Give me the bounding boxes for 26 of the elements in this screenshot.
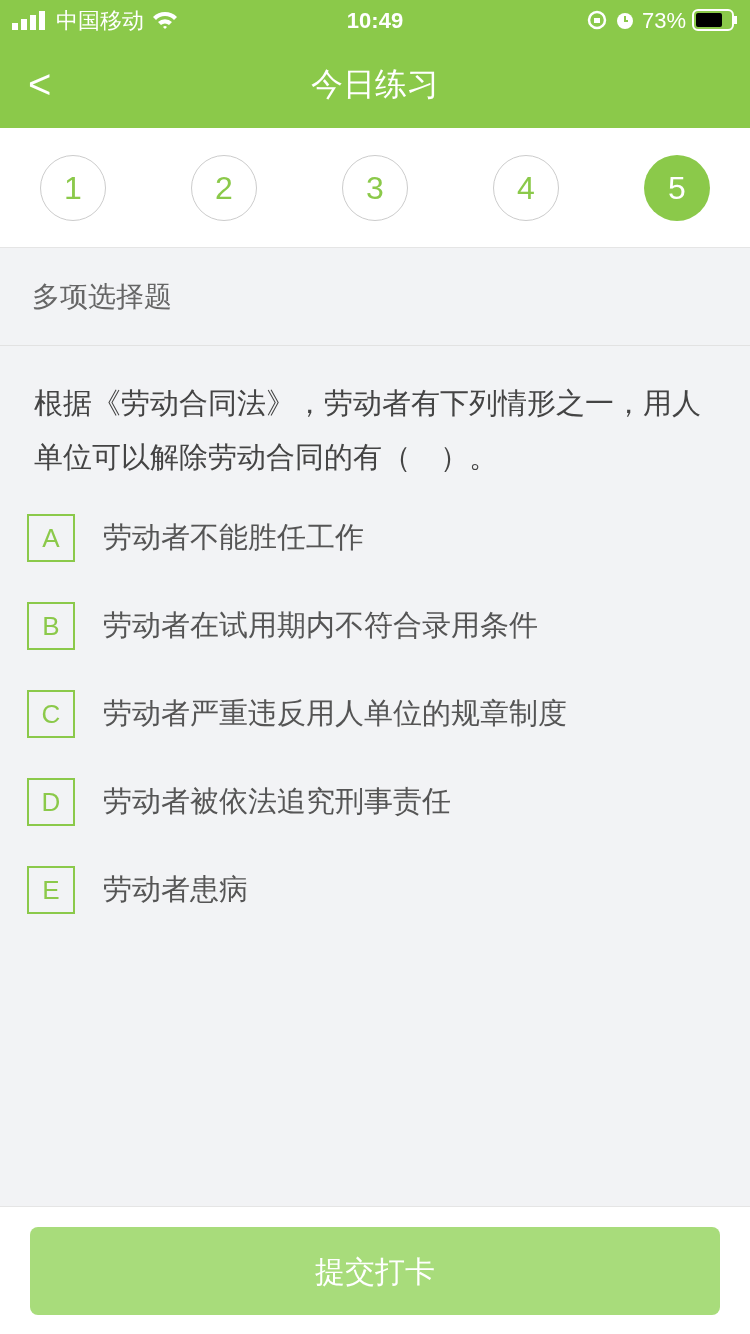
option-checkbox[interactable]: A	[27, 514, 75, 562]
battery-percent: 73%	[641, 6, 686, 35]
option-text: 劳动者在试用期内不符合录用条件	[103, 608, 538, 644]
option-text: 劳动者患病	[103, 872, 248, 908]
signal-icon	[12, 10, 48, 30]
wifi-icon	[152, 10, 178, 30]
battery-icon	[692, 9, 738, 31]
clock: 10:49	[345, 6, 405, 35]
page-title: 今日练习	[311, 65, 439, 104]
question-number[interactable]: 1	[40, 154, 106, 221]
question-number[interactable]: 2	[191, 154, 257, 221]
question-type: 多项选择题	[32, 279, 172, 314]
back-button[interactable]: <	[24, 64, 56, 104]
rotation-lock-icon	[585, 9, 608, 31]
option-checkbox[interactable]: C	[27, 690, 75, 738]
option-text: 劳动者不能胜任工作	[103, 520, 364, 556]
option-checkbox[interactable]: D	[27, 778, 75, 826]
option-checkbox[interactable]: B	[27, 602, 75, 650]
option-checkbox[interactable]: E	[27, 866, 75, 914]
question-number[interactable]: 4	[493, 154, 559, 221]
question-text: 根据《劳动合同法》，劳动者有下列情形之一，用人单位可以解除劳动合同的有（ ）。	[34, 386, 702, 475]
question-number[interactable]: 3	[342, 154, 408, 221]
carrier-name: 中国移动	[56, 6, 144, 35]
question-number[interactable]: 5	[644, 154, 710, 221]
option-text: 劳动者严重违反用人单位的规章制度	[103, 696, 567, 732]
option-text: 劳动者被依法追究刑事责任	[103, 784, 451, 820]
